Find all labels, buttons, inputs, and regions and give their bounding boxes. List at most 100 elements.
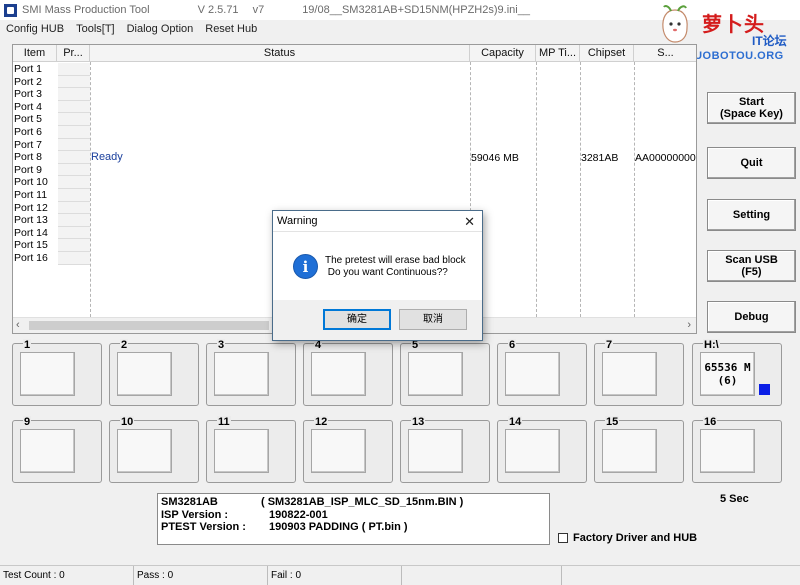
menu-dialog-option[interactable]: Dialog Option — [121, 23, 200, 35]
progress-cell — [58, 188, 90, 202]
scroll-right-icon[interactable]: › — [687, 319, 691, 331]
port-label[interactable]: Port 12 — [13, 202, 57, 215]
info-ptest-row: PTEST Version : 190903 PADDING ( PT.bin … — [161, 521, 546, 534]
progress-cell — [58, 63, 90, 76]
checkbox-box[interactable] — [558, 533, 568, 543]
port-box[interactable]: 9 — [12, 416, 102, 483]
port-box[interactable]: 15 — [594, 416, 684, 483]
dialog-title: Warning — [277, 215, 318, 227]
logo-subtitle: IT论坛 — [752, 34, 787, 48]
scan-usb-button[interactable]: Scan USB (F5) — [707, 250, 796, 282]
debug-button[interactable]: Debug — [707, 301, 796, 333]
col-item[interactable]: Item — [13, 45, 57, 62]
port-label[interactable]: Port 13 — [13, 214, 57, 227]
port-box-display — [602, 352, 657, 396]
port-box[interactable]: 7 — [594, 339, 684, 406]
port-box-number: 2 — [120, 339, 129, 351]
port-box[interactable]: 14 — [497, 416, 587, 483]
port8-capacity: 59046 MB — [471, 152, 519, 164]
radish-mascot-icon — [662, 5, 688, 43]
port-label[interactable]: Port 16 — [13, 252, 57, 265]
ok-button[interactable]: 确定 — [323, 309, 391, 330]
port-box-display — [505, 429, 560, 473]
menu-config-hub[interactable]: Config HUB — [0, 23, 70, 35]
firmware-info-panel: SM3281AB ( SM3281AB_ISP_MLC_SD_15nm.BIN … — [157, 493, 550, 545]
port-label[interactable]: Port 5 — [13, 113, 57, 126]
port-label[interactable]: Port 10 — [13, 176, 57, 189]
factory-driver-checkbox[interactable]: Factory Driver and HUB — [558, 532, 697, 544]
progress-cell — [58, 251, 90, 265]
port-box-number: 14 — [508, 416, 523, 428]
col-mp-time[interactable]: MP Ti... — [536, 45, 580, 62]
port-label[interactable]: Port 7 — [13, 139, 57, 152]
port-box-display — [117, 429, 172, 473]
port-box-display — [311, 352, 366, 396]
port-label[interactable]: Port 15 — [13, 239, 57, 252]
port-box[interactable]: 13 — [400, 416, 490, 483]
dialog-message: The pretest will erase bad block Do you … — [325, 255, 466, 278]
port-box-number: 15 — [605, 416, 620, 428]
grid-divider — [536, 62, 537, 317]
port-box[interactable]: 2 — [109, 339, 199, 406]
info-icon: i — [293, 254, 318, 279]
progress-cell — [58, 176, 90, 189]
scrollbar-thumb[interactable] — [29, 321, 269, 330]
port-box-display — [214, 352, 269, 396]
port-box[interactable]: 16 — [692, 416, 782, 483]
port-box-display — [408, 352, 463, 396]
port-label[interactable]: Port 2 — [13, 76, 57, 89]
info-isp-value: 190822-001 — [269, 508, 328, 521]
progress-column — [58, 63, 90, 265]
info-ptest-value: 190903 PADDING ( PT.bin ) — [269, 521, 408, 533]
port-label[interactable]: Port 14 — [13, 227, 57, 240]
col-progress[interactable]: Pr... — [57, 45, 90, 62]
drive-size: 65536 M — [704, 361, 751, 374]
port-box-display — [311, 429, 366, 473]
cancel-button[interactable]: 取消 — [399, 309, 467, 330]
port-box-display — [505, 352, 560, 396]
window-ini-file: 19/08__SM3281AB+SD15NM(HPZH2s)9.ini__ — [302, 4, 530, 16]
col-capacity[interactable]: Capacity — [470, 45, 536, 62]
port-box-display — [408, 429, 463, 473]
port-label[interactable]: Port 9 — [13, 164, 57, 177]
port-box[interactable]: 12 — [303, 416, 393, 483]
port-label[interactable]: Port 8 — [13, 151, 57, 164]
drive-count: (6) — [717, 374, 738, 387]
port-box-8-active[interactable]: H:\ 65536 M (6) — [692, 339, 782, 406]
port-label[interactable]: Port 1 — [13, 63, 57, 76]
port-box[interactable]: 4 — [303, 339, 393, 406]
start-button[interactable]: Start (Space Key) — [707, 92, 796, 124]
col-chipset[interactable]: Chipset — [580, 45, 634, 62]
progress-cell — [58, 138, 90, 152]
menu-reset-hub[interactable]: Reset Hub — [199, 23, 263, 35]
port-box-number: 9 — [23, 416, 32, 428]
progress-cell — [58, 214, 90, 227]
port-box-number: 12 — [314, 416, 329, 428]
port-box[interactable]: 5 — [400, 339, 490, 406]
info-chip-row: SM3281AB ( SM3281AB_ISP_MLC_SD_15nm.BIN … — [161, 496, 546, 509]
setting-button[interactable]: Setting — [707, 199, 796, 231]
col-status[interactable]: Status — [90, 45, 470, 62]
port-box[interactable]: 11 — [206, 416, 296, 483]
col-serial[interactable]: S... — [634, 45, 696, 62]
drive-letter: H:\ — [703, 339, 720, 351]
port-label[interactable]: Port 11 — [13, 189, 57, 202]
quit-button[interactable]: Quit — [707, 147, 796, 179]
checkbox-label: Factory Driver and HUB — [573, 532, 698, 544]
port-label[interactable]: Port 4 — [13, 101, 57, 114]
port-box[interactable]: 3 — [206, 339, 296, 406]
close-icon[interactable]: ✕ — [464, 214, 475, 230]
grid-divider — [580, 62, 581, 317]
port-label[interactable]: Port 3 — [13, 88, 57, 101]
menu-tools[interactable]: Tools[T] — [70, 23, 121, 35]
port-box[interactable]: 6 — [497, 339, 587, 406]
port-label[interactable]: Port 6 — [13, 126, 57, 139]
progress-cell — [58, 100, 90, 114]
port-box-number: 13 — [411, 416, 426, 428]
port-box[interactable]: 1 — [12, 339, 102, 406]
port-box[interactable]: 10 — [109, 416, 199, 483]
port8-chipset: 3281AB — [581, 152, 619, 164]
grid-divider — [90, 62, 91, 317]
scroll-left-icon[interactable]: ‹ — [16, 319, 20, 331]
test-count-status: Test Count : 0 — [0, 566, 134, 585]
